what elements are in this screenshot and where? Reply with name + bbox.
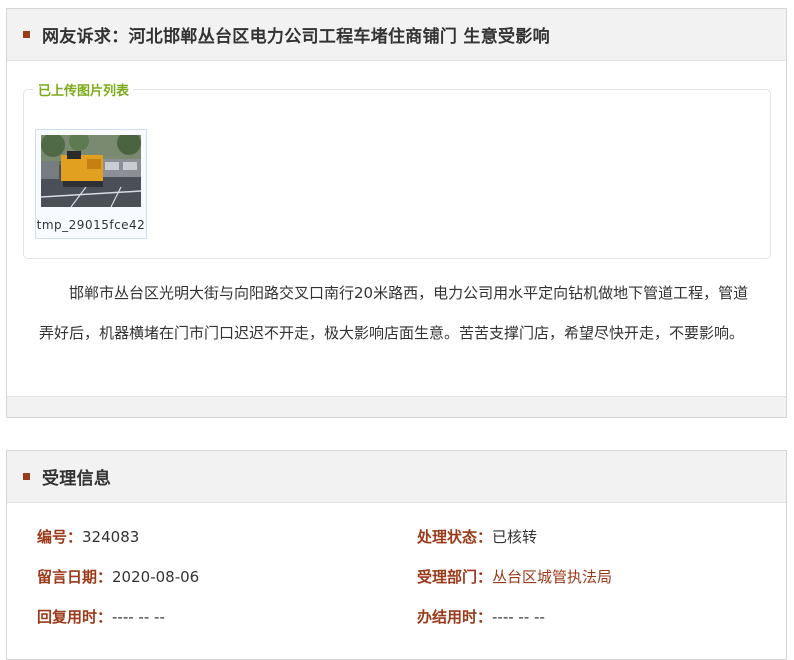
info-date: 留言日期：2020-08-06 (37, 566, 199, 587)
square-bullet-icon (23, 473, 30, 480)
date-value: 2020-08-06 (112, 568, 200, 586)
info-number: 编号：324083 (37, 526, 139, 547)
complaint-panel-footer (7, 396, 786, 417)
info-status: 处理状态：已核转 (417, 526, 537, 547)
info-department: 受理部门：丛台区城管执法局 (417, 566, 612, 587)
info-reply-time: 回复用时：---- -- -- (37, 606, 165, 627)
department-value: 丛台区城管执法局 (492, 568, 613, 586)
image-thumbnail[interactable] (41, 135, 141, 207)
uploaded-images-fieldset: 已上传图片列表 tmp_29015fce42 (23, 80, 771, 259)
image-caption[interactable]: tmp_29015fce42 (36, 218, 146, 232)
acceptance-title: 受理信息 (42, 469, 112, 489)
number-label: 编号： (37, 528, 83, 546)
square-bullet-icon (23, 31, 30, 38)
reply-time-value: ---- -- -- (112, 608, 165, 626)
finish-time-label: 办结用时： (417, 608, 493, 626)
finish-time-value: ---- -- -- (492, 608, 545, 626)
status-value: 已核转 (492, 528, 538, 546)
street-photo-icon (41, 135, 141, 207)
number-value: 324083 (82, 528, 140, 546)
status-label: 处理状态： (417, 528, 493, 546)
image-thumbnail-card[interactable]: tmp_29015fce42 (35, 129, 147, 239)
info-finish-time: 办结用时：---- -- -- (417, 606, 545, 627)
reply-time-label: 回复用时： (37, 608, 113, 626)
department-label: 受理部门： (417, 568, 493, 586)
complaint-panel: 网友诉求：河北邯郸丛台区电力公司工程车堵住商铺门 生意受影响 已上传图片列表 t… (6, 8, 787, 418)
complaint-title: 网友诉求：河北邯郸丛台区电力公司工程车堵住商铺门 生意受影响 (42, 27, 550, 47)
uploaded-images-legend: 已上传图片列表 (34, 80, 134, 99)
date-label: 留言日期： (37, 568, 113, 586)
acceptance-header: 受理信息 (7, 451, 786, 503)
complaint-header: 网友诉求：河北邯郸丛台区电力公司工程车堵住商铺门 生意受影响 (7, 9, 786, 61)
complaint-body: 邯郸市丛台区光明大街与向阳路交叉口南行20米路西，电力公司用水平定向钻机做地下管… (39, 284, 749, 342)
acceptance-panel: 受理信息 编号：324083 处理状态：已核转 留言日期：2020-08-06 … (6, 450, 787, 660)
